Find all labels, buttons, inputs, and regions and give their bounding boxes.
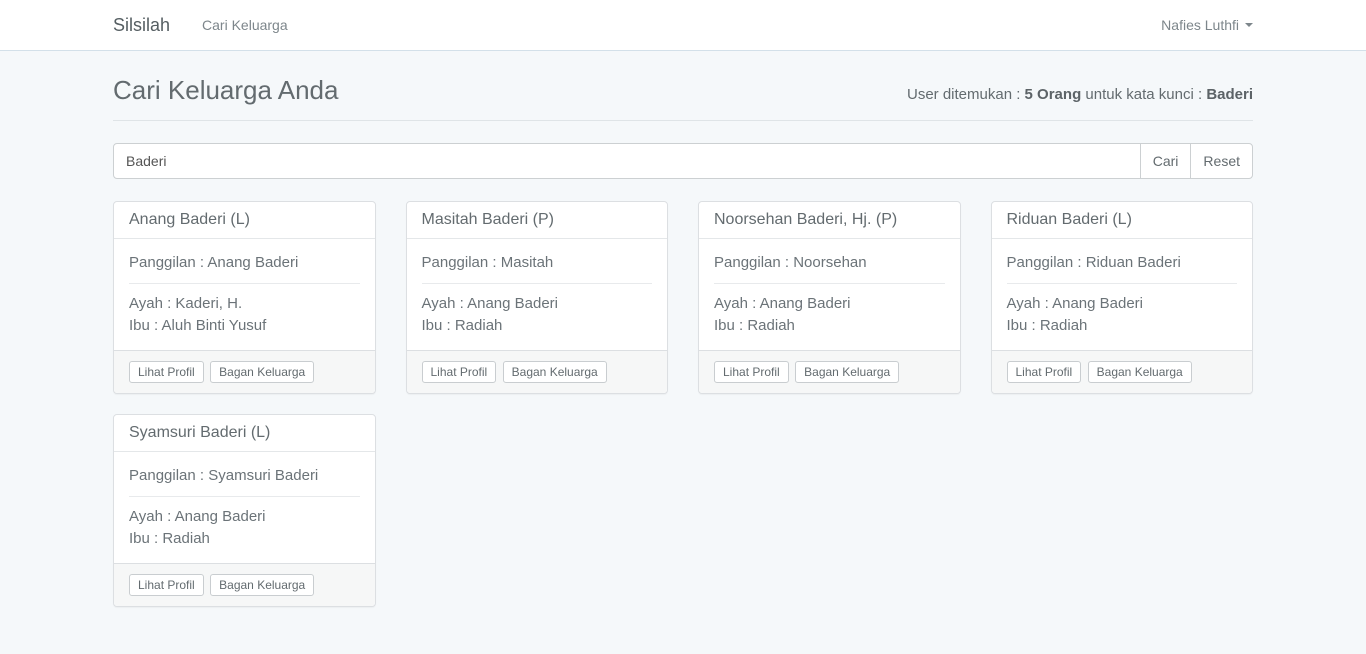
person-mother: Ibu : Aluh Binti Yusuf	[129, 317, 266, 334]
person-details: Panggilan : Noorsehan Ayah : Anang Bader…	[699, 239, 960, 350]
person-card: Noorsehan Baderi, Hj. (P) Panggilan : No…	[698, 201, 961, 394]
person-mother: Ibu : Radiah	[714, 317, 795, 334]
person-parents: Ayah : Anang Baderi Ibu : Radiah	[1007, 293, 1238, 337]
navbar: Silsilah Cari Keluarga Nafies Luthfi	[0, 0, 1366, 51]
person-father: Ayah : Anang Baderi	[714, 295, 851, 312]
result-column: Syamsuri Baderi (L) Panggilan : Syamsuri…	[98, 414, 391, 627]
user-menu[interactable]: Nafies Luthfi	[1161, 17, 1253, 33]
card-actions: Lihat Profil Bagan Keluarga	[114, 350, 375, 393]
view-profile-button[interactable]: Lihat Profil	[714, 361, 789, 383]
result-column: Riduan Baderi (L) Panggilan : Riduan Bad…	[976, 201, 1269, 414]
person-details: Panggilan : Masitah Ayah : Anang Baderi I…	[407, 239, 668, 350]
person-card: Anang Baderi (L) Panggilan : Anang Bader…	[113, 201, 376, 394]
divider	[1007, 283, 1238, 284]
family-chart-button[interactable]: Bagan Keluarga	[795, 361, 899, 383]
person-nickname: Panggilan : Syamsuri Baderi	[129, 465, 360, 487]
view-profile-button[interactable]: Lihat Profil	[422, 361, 497, 383]
person-nickname: Panggilan : Masitah	[422, 252, 653, 274]
view-profile-button[interactable]: Lihat Profil	[1007, 361, 1082, 383]
divider	[422, 283, 653, 284]
person-card: Riduan Baderi (L) Panggilan : Riduan Bad…	[991, 201, 1254, 394]
card-actions: Lihat Profil Bagan Keluarga	[992, 350, 1253, 393]
person-parents: Ayah : Anang Baderi Ibu : Radiah	[129, 506, 360, 550]
person-name: Anang Baderi (L)	[114, 202, 375, 239]
search-button[interactable]: Cari	[1140, 143, 1192, 179]
person-nickname: Panggilan : Riduan Baderi	[1007, 252, 1238, 274]
person-father: Ayah : Anang Baderi	[129, 508, 266, 525]
nav-item-cari-keluarga[interactable]: Cari Keluarga	[202, 17, 288, 33]
family-chart-button[interactable]: Bagan Keluarga	[210, 361, 314, 383]
divider	[129, 496, 360, 497]
view-profile-button[interactable]: Lihat Profil	[129, 574, 204, 596]
result-summary-middle: untuk kata kunci :	[1081, 86, 1206, 103]
page-header: Cari Keluarga Anda User ditemukan : 5 Or…	[113, 75, 1253, 121]
page-title: Cari Keluarga Anda	[113, 75, 338, 106]
view-profile-button[interactable]: Lihat Profil	[129, 361, 204, 383]
person-nickname: Panggilan : Noorsehan	[714, 252, 945, 274]
chevron-down-icon	[1245, 23, 1253, 27]
search-bar: Cari Reset	[113, 143, 1253, 179]
person-details: Panggilan : Syamsuri Baderi Ayah : Anang…	[114, 452, 375, 563]
person-parents: Ayah : Anang Baderi Ibu : Radiah	[714, 293, 945, 337]
card-actions: Lihat Profil Bagan Keluarga	[699, 350, 960, 393]
divider	[714, 283, 945, 284]
search-input[interactable]	[113, 143, 1141, 179]
person-nickname: Panggilan : Anang Baderi	[129, 252, 360, 274]
result-column: Masitah Baderi (P) Panggilan : Masitah A…	[391, 201, 684, 414]
person-card: Syamsuri Baderi (L) Panggilan : Syamsuri…	[113, 414, 376, 607]
person-card: Masitah Baderi (P) Panggilan : Masitah A…	[406, 201, 669, 394]
user-name: Nafies Luthfi	[1161, 17, 1239, 33]
family-chart-button[interactable]: Bagan Keluarga	[210, 574, 314, 596]
person-mother: Ibu : Radiah	[422, 317, 503, 334]
result-summary-prefix: User ditemukan :	[907, 86, 1025, 103]
result-count: 5 Orang	[1025, 86, 1082, 103]
person-mother: Ibu : Radiah	[129, 530, 210, 547]
reset-button[interactable]: Reset	[1190, 143, 1253, 179]
results-grid: Anang Baderi (L) Panggilan : Anang Bader…	[98, 201, 1268, 627]
person-name: Syamsuri Baderi (L)	[114, 415, 375, 452]
family-chart-button[interactable]: Bagan Keluarga	[503, 361, 607, 383]
person-parents: Ayah : Anang Baderi Ibu : Radiah	[422, 293, 653, 337]
person-details: Panggilan : Anang Baderi Ayah : Kaderi, …	[114, 239, 375, 350]
card-actions: Lihat Profil Bagan Keluarga	[407, 350, 668, 393]
person-parents: Ayah : Kaderi, H. Ibu : Aluh Binti Yusuf	[129, 293, 360, 337]
person-details: Panggilan : Riduan Baderi Ayah : Anang B…	[992, 239, 1253, 350]
person-name: Noorsehan Baderi, Hj. (P)	[699, 202, 960, 239]
family-chart-button[interactable]: Bagan Keluarga	[1088, 361, 1192, 383]
person-mother: Ibu : Radiah	[1007, 317, 1088, 334]
result-summary: User ditemukan : 5 Orang untuk kata kunc…	[907, 86, 1253, 103]
person-father: Ayah : Anang Baderi	[1007, 295, 1144, 312]
person-name: Riduan Baderi (L)	[992, 202, 1253, 239]
result-column: Noorsehan Baderi, Hj. (P) Panggilan : No…	[683, 201, 976, 414]
brand-link[interactable]: Silsilah	[113, 15, 170, 36]
navbar-container: Silsilah Cari Keluarga Nafies Luthfi	[98, 0, 1268, 50]
person-name: Masitah Baderi (P)	[407, 202, 668, 239]
result-keyword: Baderi	[1206, 86, 1253, 103]
person-father: Ayah : Kaderi, H.	[129, 295, 242, 312]
main-container: Cari Keluarga Anda User ditemukan : 5 Or…	[98, 75, 1268, 627]
person-father: Ayah : Anang Baderi	[422, 295, 559, 312]
divider	[129, 283, 360, 284]
result-column: Anang Baderi (L) Panggilan : Anang Bader…	[98, 201, 391, 414]
card-actions: Lihat Profil Bagan Keluarga	[114, 563, 375, 606]
